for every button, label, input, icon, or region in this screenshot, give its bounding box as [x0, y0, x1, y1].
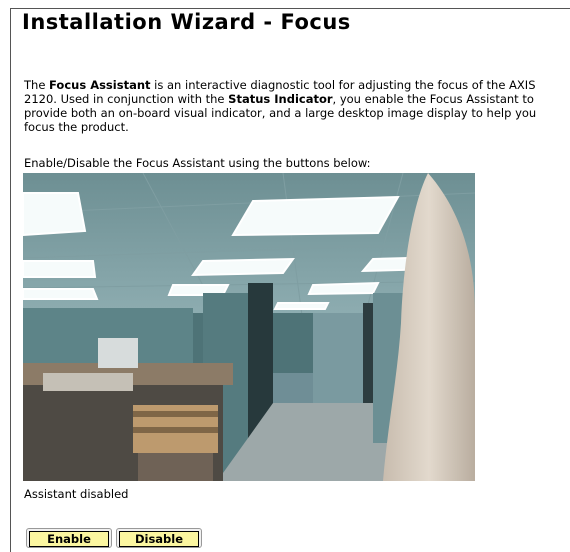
disable-button-label: Disable: [119, 531, 199, 547]
frame-top-border: [10, 8, 570, 9]
disable-button[interactable]: Disable: [116, 528, 202, 548]
instruction-text: Enable/Disable the Focus Assistant using…: [24, 156, 371, 170]
intro-paragraph: The Focus Assistant is an interactive di…: [24, 78, 554, 134]
page-title: Installation Wizard - Focus: [22, 10, 351, 34]
focus-assistant-status: Assistant disabled: [24, 487, 129, 501]
camera-snapshot-icon: [23, 173, 475, 481]
frame-left-border: [10, 8, 11, 552]
focus-assistant-term: Focus Assistant: [49, 78, 151, 92]
enable-button-label: Enable: [29, 531, 109, 547]
camera-snapshot-image: [23, 173, 475, 481]
intro-text-1: The: [24, 78, 50, 92]
enable-button[interactable]: Enable: [26, 528, 112, 548]
status-indicator-term: Status Indicator: [228, 92, 333, 106]
